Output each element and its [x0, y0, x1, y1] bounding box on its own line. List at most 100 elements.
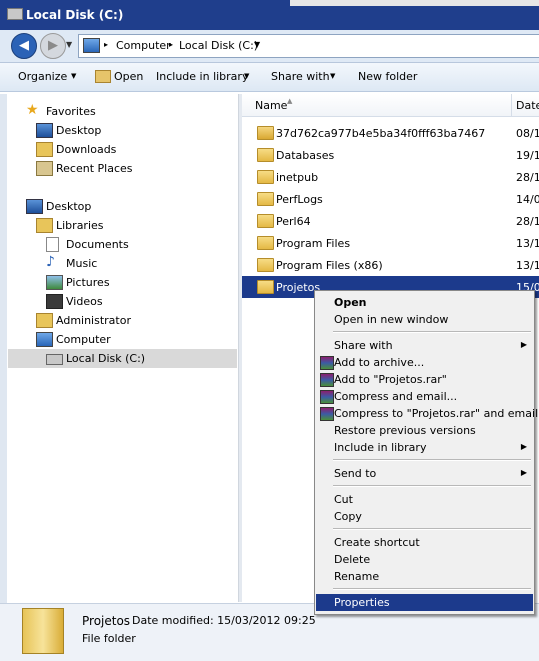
background-window-strip	[290, 0, 539, 6]
menu-item-cut[interactable]: Cut	[316, 491, 533, 508]
file-name: Program Files (x86)	[276, 259, 383, 272]
nav-label: Pictures	[66, 276, 110, 289]
file-row[interactable]: 37d762ca977b4e5ba34f0fff63ba7467 08/1	[242, 122, 539, 144]
winrar-icon	[320, 390, 334, 404]
menu-separator	[333, 331, 531, 333]
nav-label: Documents	[66, 238, 129, 251]
drive-icon	[46, 354, 63, 365]
music-note-icon: ♪	[46, 254, 55, 270]
background-window-edge	[0, 94, 7, 603]
menu-label: Cut	[334, 493, 353, 506]
menu-item-create-shortcut[interactable]: Create shortcut	[316, 534, 533, 551]
context-menu: Open Open in new window Share with ▶ Add…	[314, 290, 538, 615]
menu-item-delete[interactable]: Delete	[316, 551, 533, 568]
menu-item-include-in-library[interactable]: Include in library ▶	[316, 439, 533, 456]
column-divider[interactable]	[511, 94, 512, 116]
menu-label: Add to "Projetos.rar"	[334, 373, 447, 386]
chevron-right-icon[interactable]: ▸	[104, 40, 108, 49]
file-row[interactable]: Program Files 13/1	[242, 232, 539, 254]
menu-item-add-to-archive[interactable]: Add to archive...	[316, 354, 533, 371]
menu-label: Compress to "Projetos.rar" and email	[334, 407, 539, 420]
menu-item-add-to-rar[interactable]: Add to "Projetos.rar"	[316, 371, 533, 388]
share-with-button[interactable]: Share with	[271, 70, 330, 83]
details-item-name: Projetos	[82, 614, 131, 628]
folder-icon	[257, 236, 274, 250]
menu-label: Rename	[334, 570, 380, 583]
menu-item-open[interactable]: Open	[316, 294, 533, 311]
chevron-down-icon[interactable]: ▼	[254, 40, 260, 49]
file-row[interactable]: Databases 19/1	[242, 144, 539, 166]
menu-label: Send to	[334, 467, 377, 480]
winrar-icon	[320, 407, 334, 421]
menu-item-restore-versions[interactable]: Restore previous versions	[316, 422, 533, 439]
file-row[interactable]: inetpub 28/1	[242, 166, 539, 188]
menu-item-properties[interactable]: Properties	[316, 594, 533, 611]
menu-item-send-to[interactable]: Send to ▶	[316, 465, 533, 482]
file-date: 28/1	[516, 215, 539, 228]
desktop-icon	[26, 199, 43, 214]
locked-folder-icon	[257, 126, 274, 140]
nav-label: Music	[66, 257, 98, 270]
breadcrumb-local-disk[interactable]: Local Disk (C:)	[179, 39, 258, 52]
file-name: Program Files	[276, 237, 351, 250]
computer-icon	[36, 332, 53, 347]
nav-label: Favorites	[46, 105, 96, 118]
title-bar[interactable]: Local Disk (C:)	[0, 0, 539, 30]
file-row[interactable]: Program Files (x86) 13/1	[242, 254, 539, 276]
address-box[interactable]: ▸ Computer ▸ Local Disk (C:) ▼	[78, 34, 539, 58]
include-in-library-button[interactable]: Include in library	[156, 70, 248, 83]
breadcrumb-computer[interactable]: Computer	[116, 39, 171, 52]
menu-label: Open in new window	[334, 313, 449, 326]
menu-item-compress-email[interactable]: Compress and email...	[316, 388, 533, 405]
forward-button[interactable]: ▶	[40, 33, 66, 59]
details-date-modified: Date modified: 15/03/2012 09:25	[132, 614, 316, 627]
column-header-name[interactable]: Name	[255, 99, 287, 112]
folder-icon	[257, 280, 274, 294]
pictures-icon	[46, 275, 63, 290]
chevron-down-icon: ▼	[330, 72, 336, 80]
folder-icon	[257, 148, 274, 162]
nav-label: Local Disk (C:)	[66, 352, 146, 365]
folder-icon	[257, 258, 274, 272]
winrar-icon	[320, 356, 334, 370]
menu-label: Delete	[334, 553, 371, 566]
sort-ascending-icon: ▲	[287, 97, 293, 105]
menu-item-open-new-window[interactable]: Open in new window	[316, 311, 533, 328]
menu-label: Restore previous versions	[334, 424, 476, 437]
file-row[interactable]: Perl64 28/1	[242, 210, 539, 232]
menu-item-compress-rar-email[interactable]: Compress to "Projetos.rar" and email	[316, 405, 538, 422]
nav-label: Administrator	[56, 314, 131, 327]
menu-item-copy[interactable]: Copy	[316, 508, 533, 525]
address-bar-area: ◀ ▶ ▼ ▸ Computer ▸ Local Disk (C:) ▼	[0, 30, 539, 63]
file-date: 28/1	[516, 171, 539, 184]
file-date: 19/1	[516, 149, 539, 162]
file-name: inetpub	[276, 171, 319, 184]
videos-icon	[46, 294, 63, 309]
file-date: 14/0	[516, 193, 539, 206]
new-folder-button[interactable]: New folder	[358, 70, 417, 83]
menu-separator	[333, 485, 531, 487]
nav-label: Libraries	[56, 219, 104, 232]
file-date: 13/1	[516, 259, 539, 272]
column-header-date[interactable]: Date	[516, 99, 539, 112]
chevron-right-icon[interactable]: ▸	[169, 40, 173, 49]
open-button[interactable]: Open	[114, 70, 143, 83]
nav-label: Videos	[66, 295, 103, 308]
organize-button[interactable]: Organize	[18, 70, 67, 83]
folder-icon	[257, 192, 274, 206]
menu-separator	[333, 588, 531, 590]
menu-item-rename[interactable]: Rename	[316, 568, 533, 585]
menu-label: Copy	[334, 510, 362, 523]
back-button[interactable]: ◀	[11, 33, 37, 59]
file-row[interactable]: PerfLogs 14/0	[242, 188, 539, 210]
file-date: 08/1	[516, 127, 539, 140]
submenu-arrow-icon: ▶	[520, 468, 527, 477]
back-arrow-icon: ◀	[19, 38, 29, 53]
recent-pages-dropdown[interactable]: ▼	[66, 40, 72, 49]
menu-item-share-with[interactable]: Share with ▶	[316, 337, 533, 354]
file-name: Databases	[276, 149, 335, 162]
menu-separator	[333, 459, 531, 461]
folder-icon	[22, 608, 64, 654]
menu-label: Share with	[334, 339, 393, 352]
submenu-arrow-icon: ▶	[520, 442, 527, 451]
